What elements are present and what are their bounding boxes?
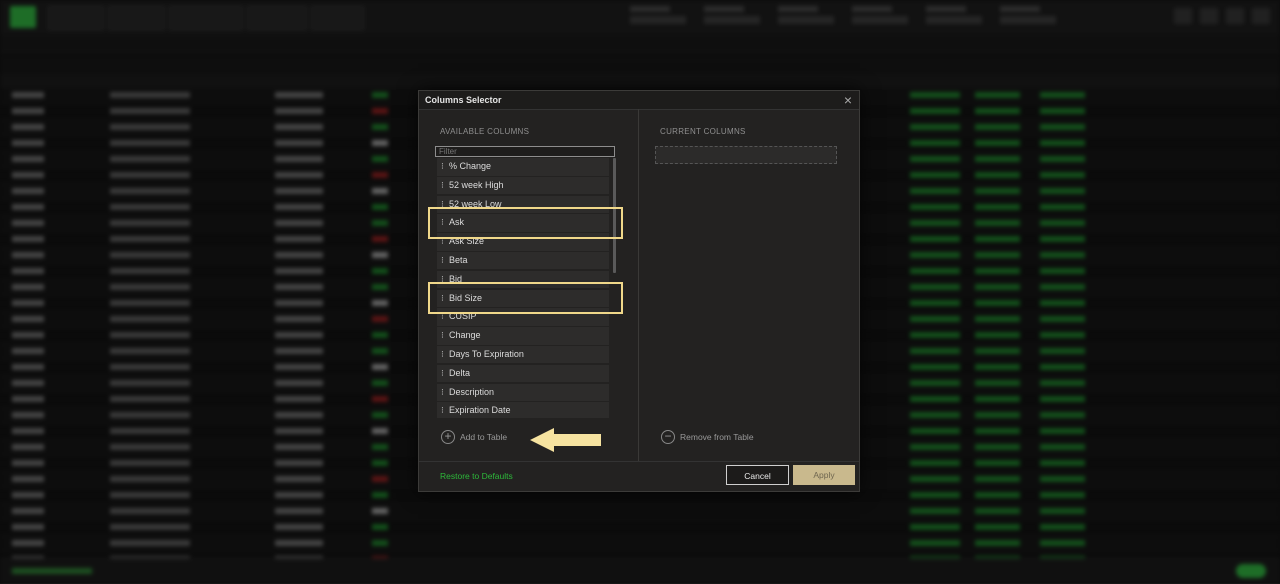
restore-defaults-link[interactable]: Restore to Defaults [440,471,513,481]
add-to-table-label: Add to Table [460,432,508,442]
drag-handle-icon[interactable]: ⁝ [441,387,444,397]
available-column-item[interactable]: ⁝ Description [437,383,609,402]
drag-handle-icon[interactable]: ⁝ [441,331,444,340]
cancel-button[interactable]: Cancel [726,465,789,485]
drag-handle-icon[interactable]: ⁝ [441,162,444,171]
available-column-label: Days To Expiration [449,348,524,359]
remove-from-table-label: Remove from Table [680,432,754,442]
minus-circle-icon: − [661,430,675,444]
drag-handle-icon[interactable]: ⁝ [441,406,444,415]
available-column-item[interactable]: ⁝ Delta [437,364,609,383]
available-column-label: % Change [449,161,492,171]
add-to-table-button[interactable]: + Add to Table [441,430,507,444]
dialog-title: Columns Selector [425,95,502,105]
current-columns-dropzone[interactable] [655,146,837,164]
available-column-label: Expiration Date [449,405,511,416]
available-column-item[interactable]: ⁝ % Change [437,158,609,176]
remove-from-table-button[interactable]: − Remove from Table [661,430,754,444]
available-column-label: Beta [449,254,468,265]
available-column-item[interactable]: ⁝ 52 week High [437,176,609,195]
filter-input[interactable] [435,146,615,157]
available-columns-label: AVAILABLE COLUMNS [440,127,530,136]
current-columns-label: CURRENT COLUMNS [660,127,746,136]
available-column-item[interactable]: ⁝ Expiration Date [437,402,609,418]
drag-handle-icon[interactable]: ⁝ [441,255,444,265]
plus-circle-icon: + [441,430,455,444]
available-column-item[interactable]: ⁝ Change [437,327,609,345]
available-column-label: 52 week High [449,179,504,190]
highlight-box-ask [428,207,623,239]
available-column-item[interactable]: ⁝ Days To Expiration [437,345,609,364]
drag-handle-icon[interactable]: ⁝ [441,349,444,359]
available-column-item[interactable]: ⁝ Beta [437,251,609,270]
column-divider [638,109,639,461]
drag-handle-icon[interactable]: ⁝ [441,368,444,378]
available-column-label: Description [449,386,495,397]
available-column-label: Delta [449,367,471,378]
highlight-box-bid-size [428,282,623,314]
arrow-left-icon [530,428,601,452]
dialog-titlebar: Columns Selector × [419,91,859,110]
drag-handle-icon[interactable]: ⁝ [441,180,444,190]
apply-button[interactable]: Apply [793,465,855,485]
close-icon[interactable]: × [841,93,855,107]
available-column-label: Change [449,330,481,341]
